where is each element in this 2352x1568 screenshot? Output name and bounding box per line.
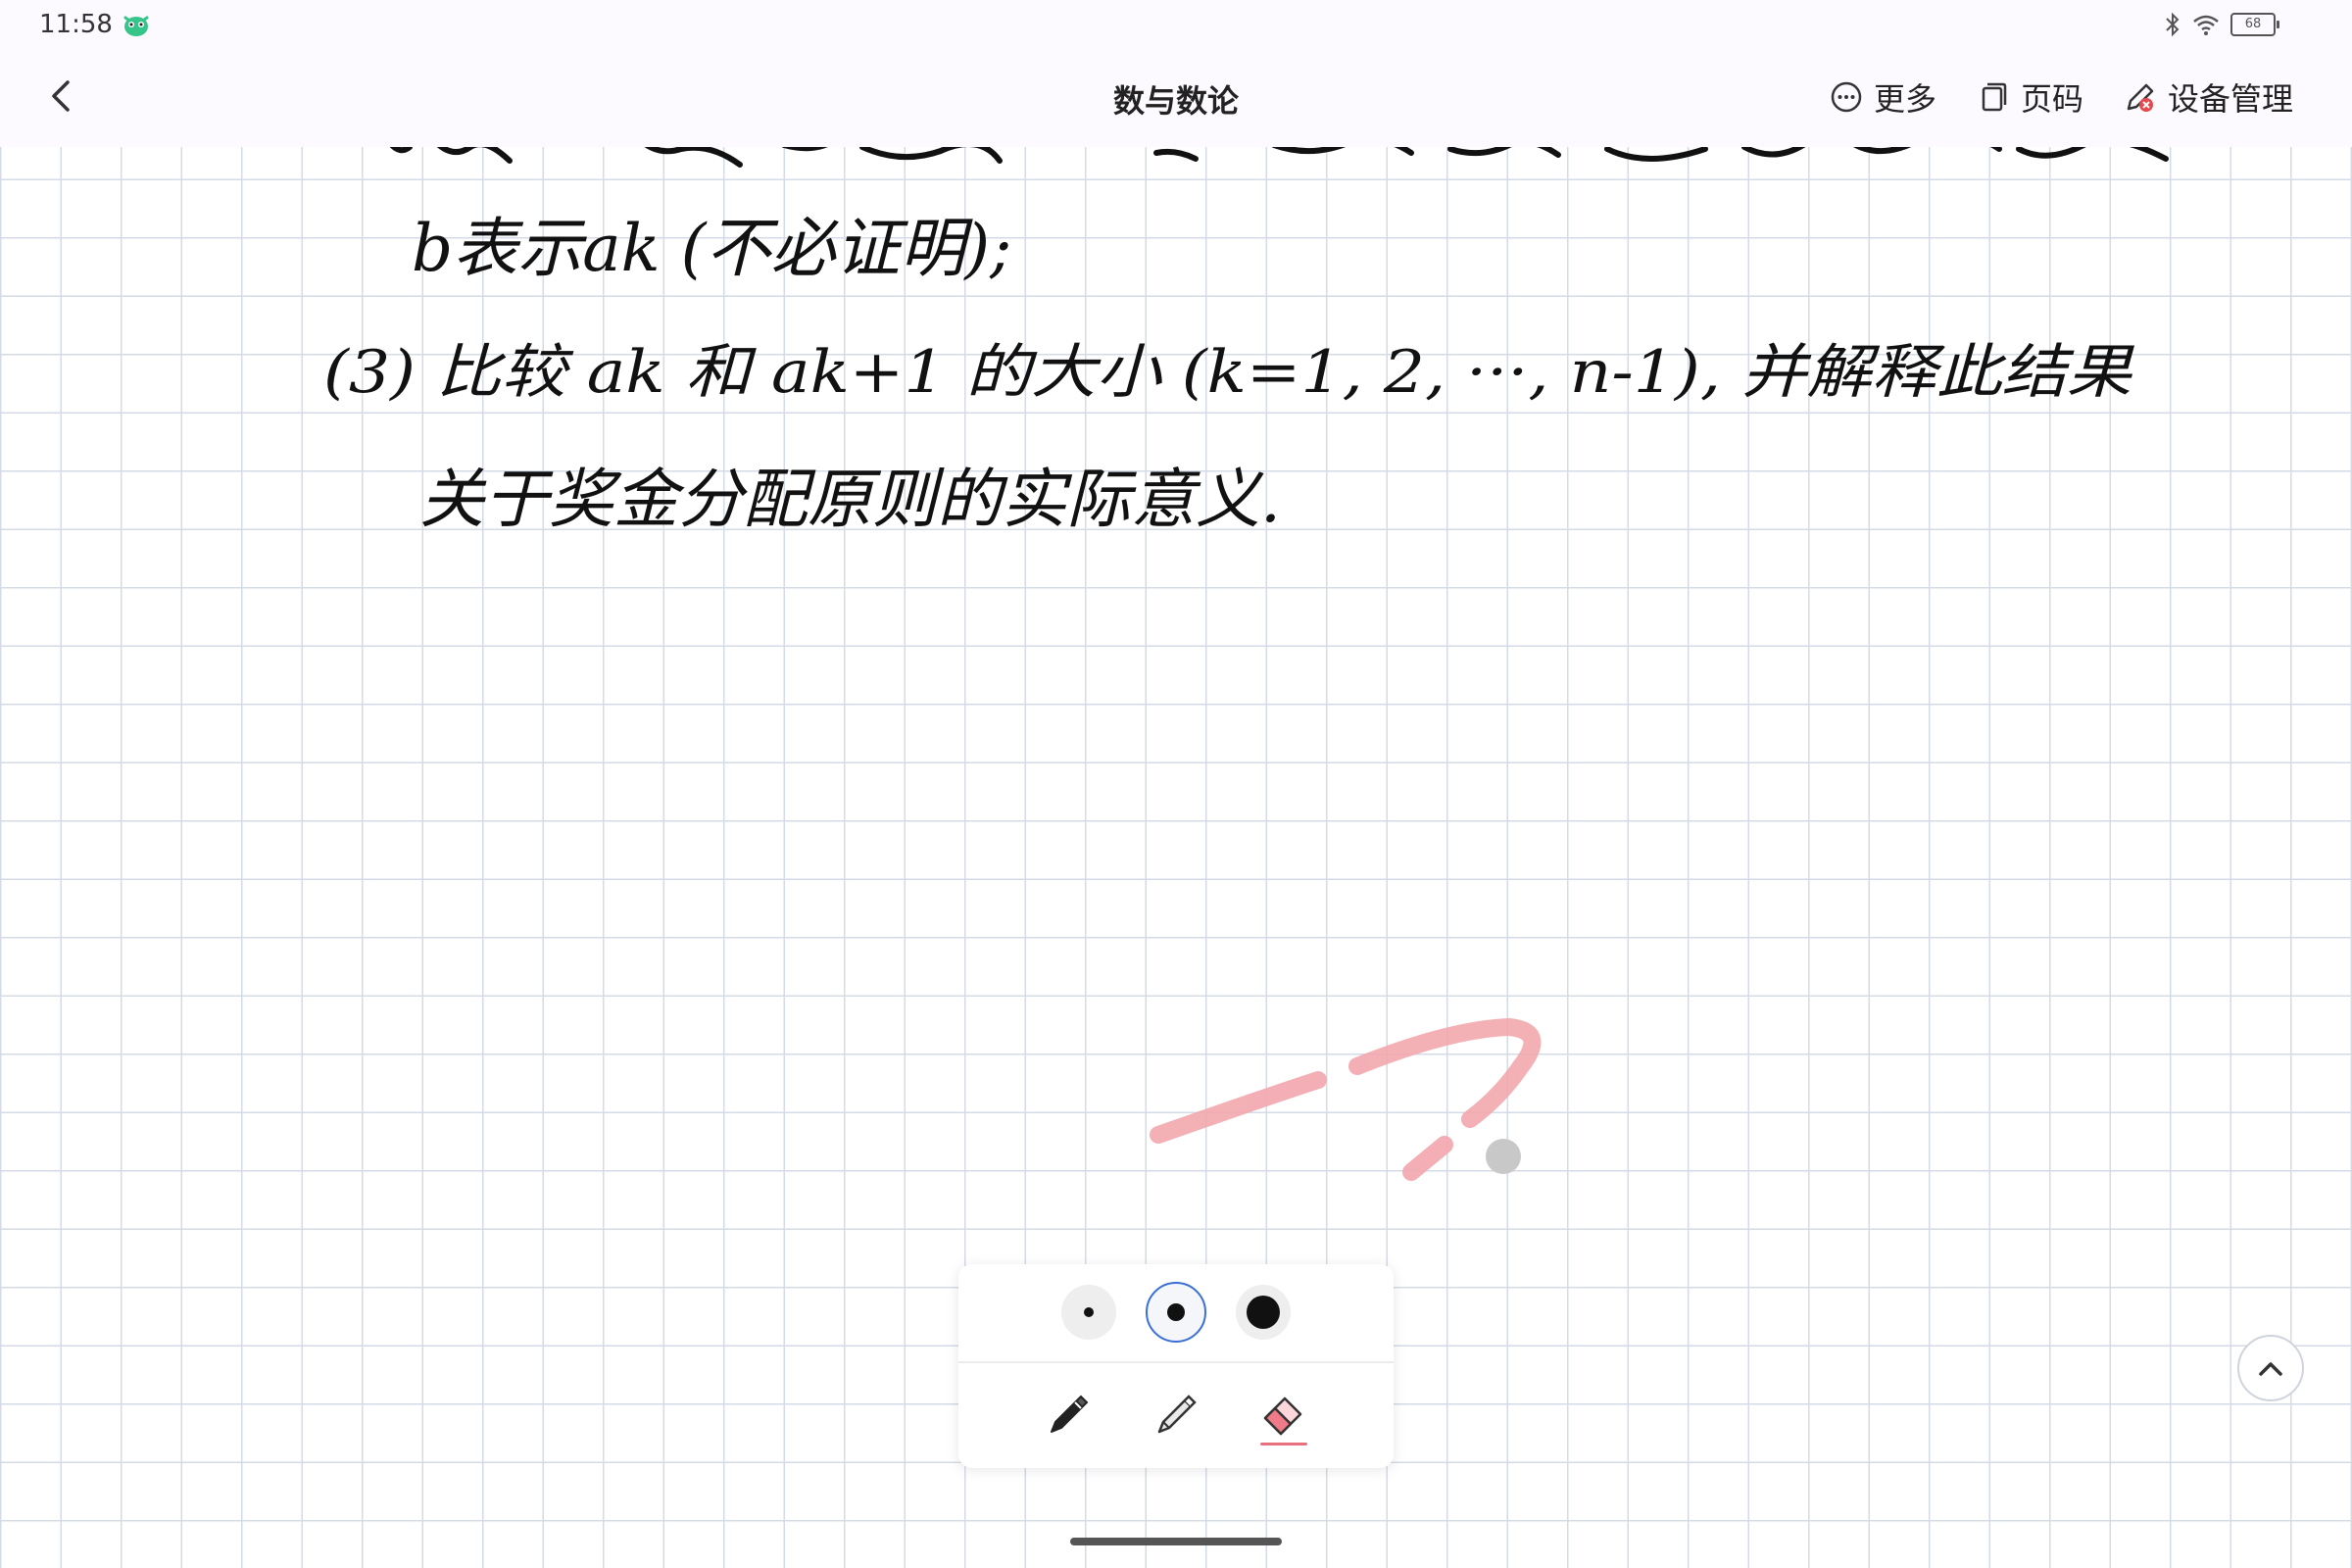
- status-time: 11:58: [39, 10, 113, 39]
- highlighter-stroke: [1150, 1017, 1542, 1181]
- page-number-label: 页码: [2020, 80, 2083, 118]
- device-manage-label: 设备管理: [2167, 80, 2293, 118]
- app-mascot-icon: [123, 16, 149, 36]
- handwriting-line-2: (3) 比较 ak 和 ak+1 的大小 (k=1, 2, ···, n-1),…: [323, 338, 2134, 407]
- wifi-icon: [2193, 15, 2219, 35]
- tool-picker: [958, 1366, 1394, 1464]
- pen-palette: [958, 1264, 1394, 1468]
- page-number-button[interactable]: 页码: [1976, 74, 2083, 120]
- pen-cursor: [1486, 1139, 1521, 1174]
- palette-divider: [958, 1361, 1394, 1363]
- more-icon: [1831, 81, 1862, 113]
- pen-icon: [1051, 1395, 1089, 1433]
- device-manage-icon: [2127, 83, 2154, 112]
- top-bar: 11:58 68 数与数论 更多 页码 设备管理: [0, 0, 2352, 147]
- pencil-icon: [1157, 1395, 1197, 1434]
- battery-icon: 68: [2230, 13, 2279, 36]
- stroke-size-picker: [958, 1264, 1394, 1360]
- more-button[interactable]: 更多: [1829, 74, 1936, 120]
- handwriting-line-3: 关于奖金分配原则的实际意义.: [419, 462, 1281, 537]
- selected-tool-indicator: [1260, 1443, 1307, 1446]
- stroke-size-medium[interactable]: [1146, 1282, 1206, 1343]
- pen-tool[interactable]: [1039, 1381, 1098, 1449]
- chevron-up-icon: [2259, 1362, 2282, 1376]
- highlighter-tool[interactable]: [1254, 1381, 1313, 1449]
- header-actions: 更多 页码 设备管理: [1829, 74, 2293, 120]
- device-manage-button[interactable]: 设备管理: [2123, 74, 2293, 120]
- page-number-icon: [1982, 82, 2007, 112]
- status-icons: 68: [2164, 10, 2279, 39]
- pencil-tool[interactable]: [1147, 1381, 1205, 1449]
- scroll-to-top-button[interactable]: [2237, 1335, 2304, 1401]
- bluetooth-icon: [2166, 12, 2180, 37]
- handwriting-line-1: b表示ak (不必证明);: [412, 211, 1011, 286]
- highlighter-icon: [1263, 1396, 1302, 1436]
- stroke-size-large[interactable]: [1236, 1285, 1291, 1340]
- home-indicator[interactable]: [1070, 1538, 1282, 1545]
- stroke-size-small[interactable]: [1061, 1285, 1116, 1340]
- more-label: 更多: [1873, 80, 1936, 118]
